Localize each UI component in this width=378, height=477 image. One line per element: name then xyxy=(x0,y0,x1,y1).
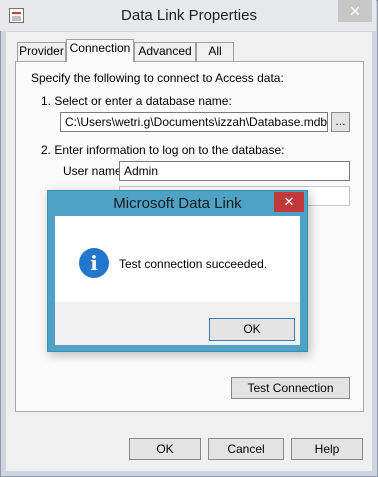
help-button[interactable]: Help xyxy=(291,438,363,460)
window-title: Data Link Properties xyxy=(121,7,257,24)
ok-button[interactable]: OK xyxy=(129,438,201,460)
tab-all[interactable]: All xyxy=(196,42,234,61)
tab-connection[interactable]: Connection xyxy=(66,39,134,62)
message-box-ok-button[interactable]: OK xyxy=(209,318,295,341)
step1-label: 1. Select or enter a database name: xyxy=(41,94,232,108)
close-button[interactable]: ✕ xyxy=(338,0,372,22)
test-connection-button[interactable]: Test Connection xyxy=(231,377,350,399)
username-label: User name: xyxy=(63,164,126,178)
intro-text: Specify the following to connect to Acce… xyxy=(31,71,284,85)
message-text: Test connection succeeded. xyxy=(119,257,268,271)
database-path-field[interactable]: C:\Users\wetri.g\Documents\izzah\Databas… xyxy=(60,112,328,132)
message-box-title: Microsoft Data Link xyxy=(113,195,242,212)
username-field[interactable]: Admin xyxy=(119,161,350,181)
tab-advanced[interactable]: Advanced xyxy=(134,42,196,61)
info-icon: i xyxy=(79,248,109,278)
message-box-close-button[interactable]: ✕ xyxy=(274,192,304,212)
cancel-button[interactable]: Cancel xyxy=(208,438,284,460)
browse-button[interactable]: ... xyxy=(331,112,350,132)
step2-label: 2. Enter information to log on to the da… xyxy=(41,143,285,157)
tab-provider[interactable]: Provider xyxy=(17,42,66,61)
